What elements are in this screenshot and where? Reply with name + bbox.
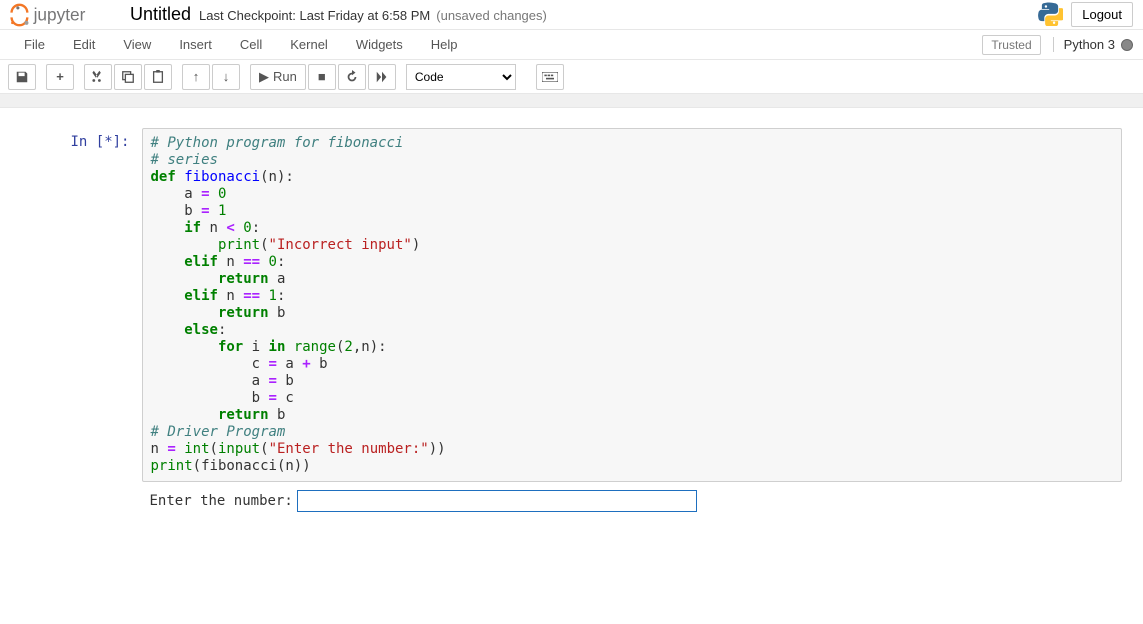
- cut-button[interactable]: [84, 64, 112, 90]
- run-label: Run: [273, 69, 297, 84]
- logout-button[interactable]: Logout: [1071, 2, 1133, 27]
- cell-type-select[interactable]: Code: [406, 64, 516, 90]
- stdin-input[interactable]: [297, 490, 697, 512]
- code-cell[interactable]: In [*]: # Python program for fibonacci #…: [22, 128, 1122, 516]
- toolbar: + ↑ ↓ ▶ Run ■ Code: [0, 60, 1143, 94]
- command-palette-button[interactable]: [536, 64, 564, 90]
- notebook-header: jupyter Untitled Last Checkpoint: Last F…: [0, 0, 1143, 30]
- kernel-indicator[interactable]: Python 3: [1053, 37, 1133, 52]
- code-input-area[interactable]: # Python program for fibonacci # series …: [142, 128, 1122, 482]
- insert-cell-button[interactable]: +: [46, 64, 74, 90]
- notebook-title[interactable]: Untitled: [130, 4, 191, 25]
- output-area: Enter the number:: [142, 482, 1122, 516]
- title-area: Untitled Last Checkpoint: Last Friday at…: [130, 4, 1037, 25]
- run-icon: ▶: [259, 69, 269, 85]
- checkpoint-status: Last Checkpoint: Last Friday at 6:58 PM: [199, 8, 430, 23]
- menu-cell[interactable]: Cell: [226, 31, 276, 58]
- menu-edit[interactable]: Edit: [59, 31, 109, 58]
- move-up-button[interactable]: ↑: [182, 64, 210, 90]
- move-down-button[interactable]: ↓: [212, 64, 240, 90]
- menubar: FileEditViewInsertCellKernelWidgetsHelp …: [0, 30, 1143, 60]
- menu-insert[interactable]: Insert: [165, 31, 226, 58]
- run-button[interactable]: ▶ Run: [250, 64, 306, 90]
- restart-button[interactable]: [338, 64, 366, 90]
- restart-run-all-button[interactable]: [368, 64, 396, 90]
- toolbar-spacer: [0, 94, 1143, 108]
- svg-text:jupyter: jupyter: [33, 4, 86, 24]
- interrupt-button[interactable]: ■: [308, 64, 336, 90]
- input-prompt: In [*]:: [22, 128, 142, 516]
- notebook-container: In [*]: # Python program for fibonacci #…: [0, 108, 1143, 536]
- menu-view[interactable]: View: [109, 31, 165, 58]
- trusted-indicator[interactable]: Trusted: [982, 35, 1040, 55]
- menu-widgets[interactable]: Widgets: [342, 31, 417, 58]
- menu-kernel[interactable]: Kernel: [276, 31, 342, 58]
- python-icon: [1037, 0, 1063, 29]
- menu-help[interactable]: Help: [417, 31, 472, 58]
- save-button[interactable]: [8, 64, 36, 90]
- autosave-status: (unsaved changes): [436, 8, 547, 23]
- paste-button[interactable]: [144, 64, 172, 90]
- kernel-name-label: Python 3: [1064, 37, 1115, 52]
- copy-button[interactable]: [114, 64, 142, 90]
- menu-file[interactable]: File: [10, 31, 59, 58]
- kernel-busy-icon: [1121, 39, 1133, 51]
- jupyter-logo[interactable]: jupyter: [10, 3, 120, 27]
- stdin-prompt-label: Enter the number:: [150, 493, 293, 509]
